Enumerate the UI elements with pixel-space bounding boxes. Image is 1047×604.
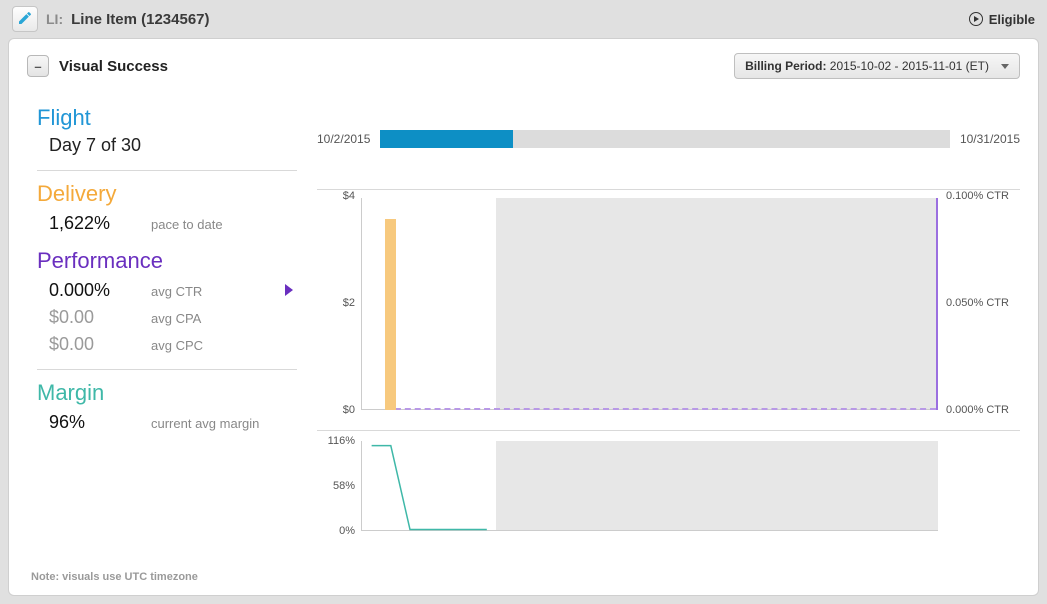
margin-chart: 0%58%116% xyxy=(317,441,1020,531)
delivery-pace-value: 1,622% xyxy=(49,213,139,234)
performance-metric-label: avg CPA xyxy=(151,311,201,326)
delivery-performance-chart: $0$2$4 0.000% CTR0.050% CTR0.100% CTR xyxy=(317,196,1020,422)
y-tick-left: 116% xyxy=(328,435,355,447)
y-tick-left: 58% xyxy=(333,480,355,492)
expand-triangle-icon[interactable] xyxy=(285,284,293,296)
flight-subtitle: Day 7 of 30 xyxy=(37,135,297,156)
billing-period-value: 2015-10-02 - 2015-11-01 (ET) xyxy=(830,59,989,73)
performance-metric-row: $0.00 avg CPA xyxy=(37,307,297,328)
performance-heading: Performance xyxy=(37,248,297,274)
visual-success-panel: – Visual Success Billing Period: 2015-10… xyxy=(8,38,1039,596)
collapse-button[interactable]: – xyxy=(27,55,49,77)
flight-fill xyxy=(380,130,513,148)
y-tick-right: 0.100% CTR xyxy=(946,190,1009,202)
pencil-icon xyxy=(17,10,33,29)
performance-metric-value: $0.00 xyxy=(49,307,139,328)
margin-label: current avg margin xyxy=(151,416,259,431)
status-text: Eligible xyxy=(989,12,1035,27)
delivery-bar xyxy=(385,219,396,410)
y-tick-left: $2 xyxy=(343,297,355,309)
margin-heading: Margin xyxy=(37,380,297,406)
flight-heading: Flight xyxy=(37,105,297,131)
flight-end-date: 10/31/2015 xyxy=(960,132,1020,146)
y-tick-left: $0 xyxy=(343,404,355,416)
performance-metric-label: avg CTR xyxy=(151,284,202,299)
flight-track xyxy=(380,130,950,148)
ctr-line xyxy=(385,408,936,410)
panel-title: Visual Success xyxy=(59,58,168,75)
billing-period-label: Billing Period: xyxy=(745,59,826,73)
play-circle-icon xyxy=(969,12,983,26)
y-tick-right: 0.000% CTR xyxy=(946,404,1009,416)
y-tick-left: $4 xyxy=(343,190,355,202)
billing-period-dropdown[interactable]: Billing Period: 2015-10-02 - 2015-11-01 … xyxy=(734,53,1020,79)
edit-button[interactable] xyxy=(12,6,38,32)
performance-metric-value: 0.000% xyxy=(49,280,139,301)
y-tick-right: 0.050% CTR xyxy=(946,297,1009,309)
minus-icon: – xyxy=(34,60,41,73)
performance-metric-label: avg CPC xyxy=(151,338,203,353)
forecast-region xyxy=(496,198,936,410)
delivery-heading: Delivery xyxy=(37,181,297,207)
margin-value: 96% xyxy=(49,412,139,433)
flight-progress-chart: 10/2/2015 10/31/2015 xyxy=(317,117,1020,161)
flight-start-date: 10/2/2015 xyxy=(317,132,370,146)
page-header: LI: Line Item (1234567) Eligible xyxy=(0,0,1047,38)
performance-metric-row: $0.00 avg CPC xyxy=(37,334,297,355)
margin-line xyxy=(362,441,938,531)
line-item-prefix: LI: xyxy=(46,11,63,27)
performance-metric-value: $0.00 xyxy=(49,334,139,355)
footnote: Note: visuals use UTC timezone xyxy=(31,571,198,583)
status-badge: Eligible xyxy=(969,12,1035,27)
delivery-pace-label: pace to date xyxy=(151,217,223,232)
performance-metric-row: 0.000% avg CTR xyxy=(37,280,297,301)
y-tick-left: 0% xyxy=(339,525,355,537)
page-title: Line Item (1234567) xyxy=(71,11,209,28)
